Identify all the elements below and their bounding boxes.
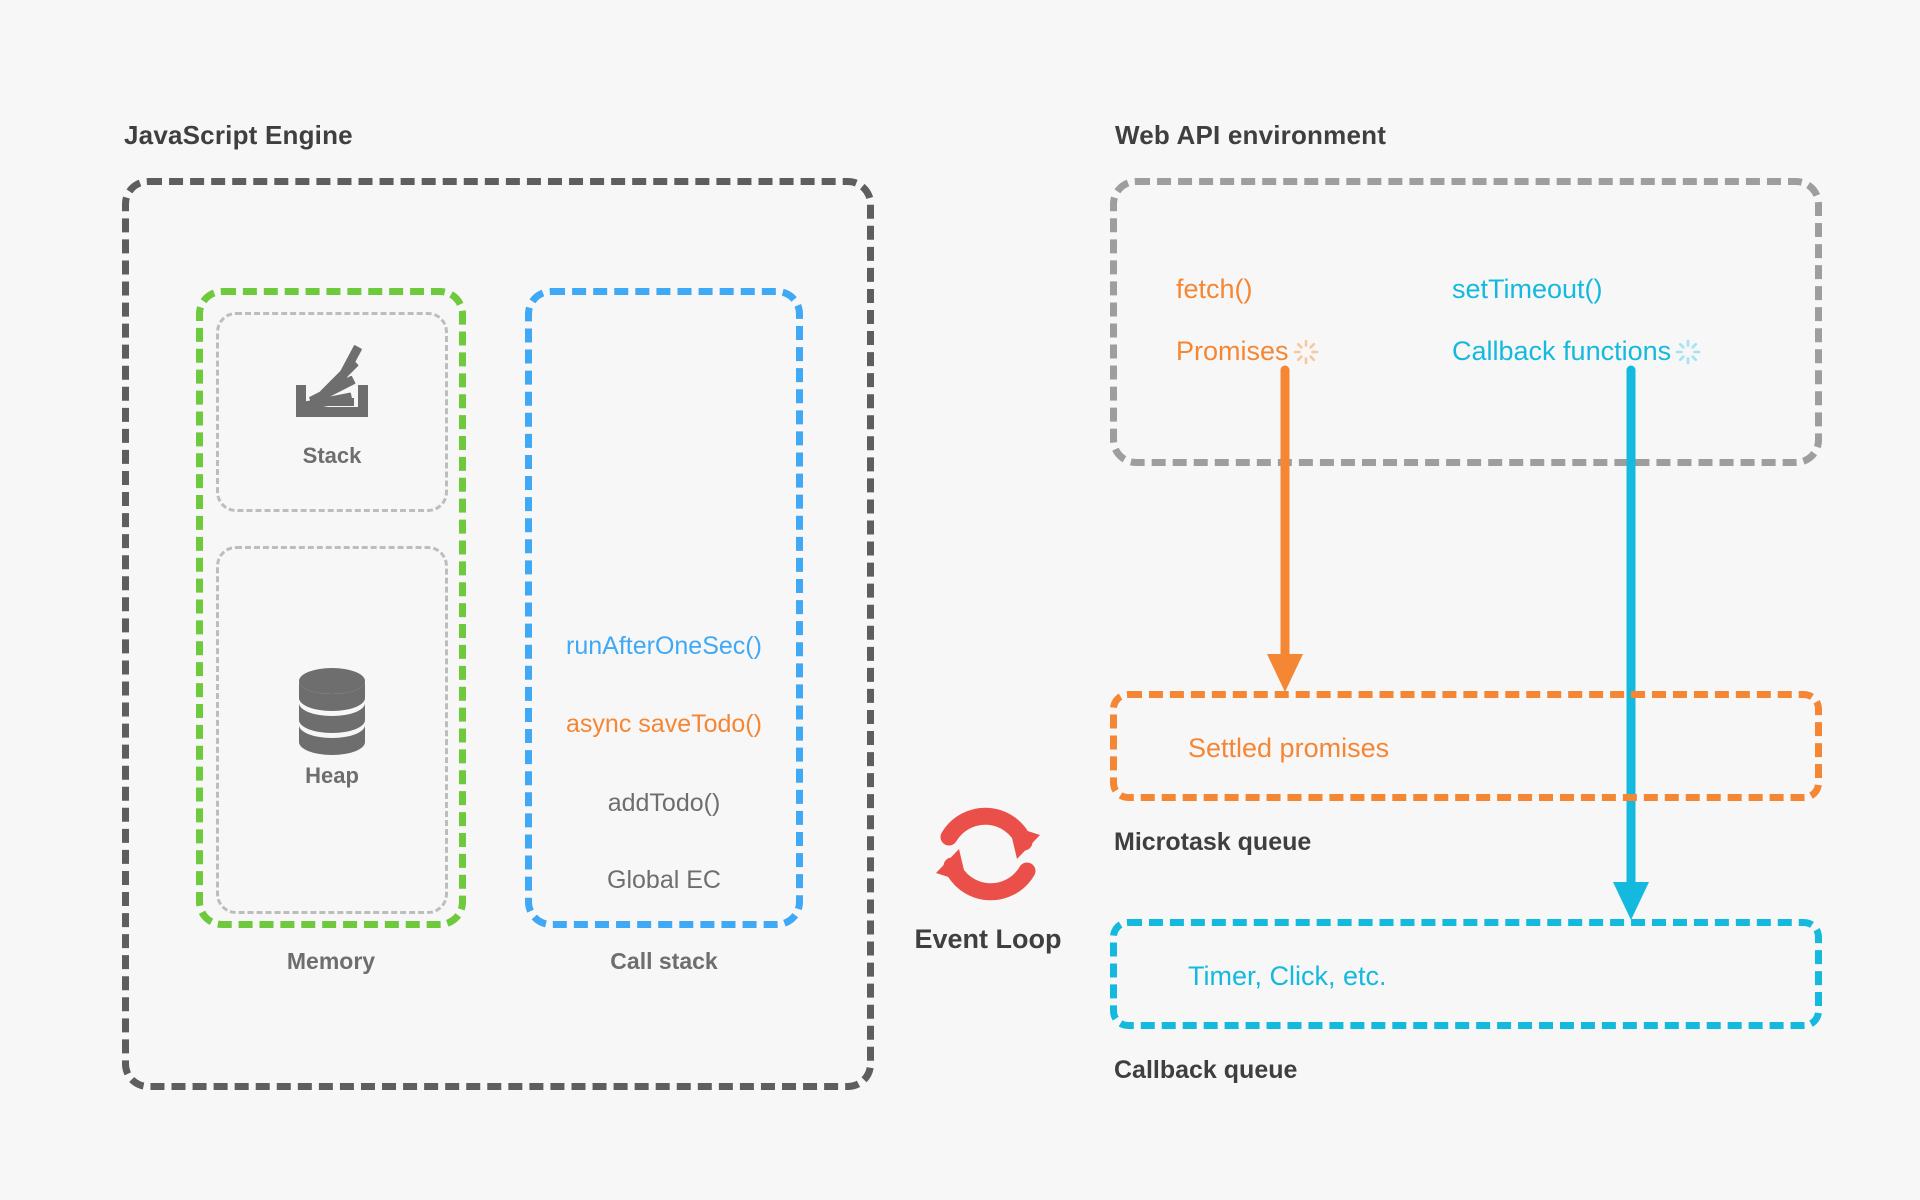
web-api-item-promises: Promises <box>1176 336 1319 367</box>
web-api-environment-title: Web API environment <box>1115 120 1387 150</box>
web-api-item-label: Promises <box>1176 336 1289 366</box>
loading-spinner-icon <box>1675 339 1701 365</box>
web-api-item-label: setTimeout() <box>1452 274 1603 304</box>
heap-panel: Heap <box>216 546 448 914</box>
database-cylinder-icon <box>219 667 445 764</box>
call-stack-frame: runAfterOneSec() <box>566 632 762 660</box>
web-api-item-settimeout: setTimeout() <box>1452 274 1603 305</box>
promises-to-microtask-arrow <box>1267 365 1303 692</box>
call-stack-frame: Global EC <box>607 866 721 894</box>
event-loop-label: Event Loop <box>914 924 1062 954</box>
web-api-item-fetch: fetch() <box>1176 274 1253 305</box>
callback-queue-item: Timer, Click, etc. <box>1188 961 1387 991</box>
diagram-canvas: JavaScript Engine Stack Heap Memory runA… <box>0 0 1920 1200</box>
call-stack-container <box>525 288 803 928</box>
call-stack-frame: async saveTodo() <box>566 710 762 738</box>
javascript-engine-title: JavaScript Engine <box>124 120 353 150</box>
stack-label: Stack <box>302 443 362 468</box>
call-stack-frame: addTodo() <box>607 789 721 817</box>
loading-spinner-icon <box>1293 339 1319 365</box>
stack-panel: Stack <box>216 312 448 512</box>
circular-refresh-arrows-icon <box>888 795 1088 918</box>
web-api-item-label: fetch() <box>1176 274 1253 304</box>
web-api-item-callback-functions: Callback functions <box>1452 336 1701 367</box>
stack-icon <box>219 337 445 428</box>
callback-queue-label: Callback queue <box>1114 1056 1298 1084</box>
memory-label: Memory <box>286 948 376 974</box>
callbacks-to-callback-queue-arrow <box>1613 365 1649 920</box>
call-stack-label: Call stack <box>610 948 718 974</box>
web-api-item-label: Callback functions <box>1452 336 1672 366</box>
web-api-container <box>1110 178 1822 466</box>
microtask-queue-label: Microtask queue <box>1114 828 1312 856</box>
heap-label: Heap <box>305 763 359 788</box>
microtask-queue-item: Settled promises <box>1188 733 1390 763</box>
event-loop-group: Event Loop <box>888 795 1088 955</box>
